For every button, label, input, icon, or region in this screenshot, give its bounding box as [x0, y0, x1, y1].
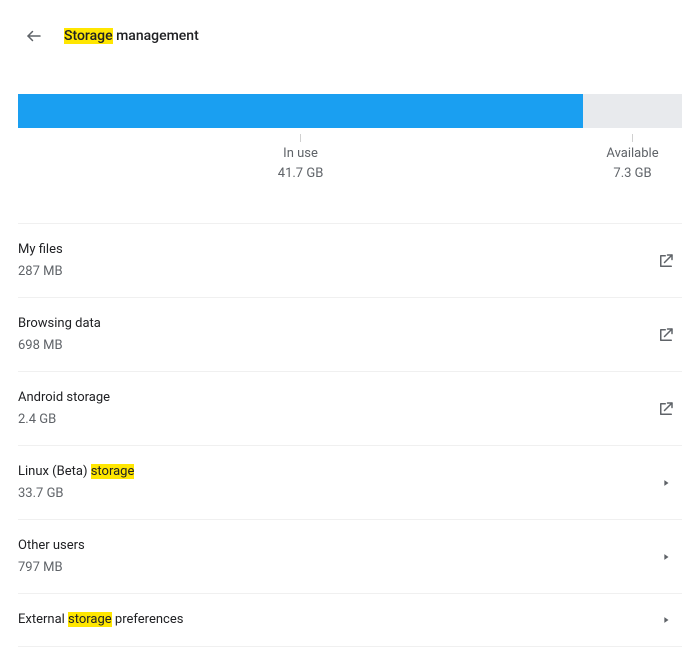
row-sub: 698 MB — [18, 336, 101, 356]
row-title-pre: Android storage — [18, 390, 110, 405]
row-title-pre: My files — [18, 242, 63, 257]
chevron-right-icon — [656, 610, 676, 630]
page-title: Storage management — [64, 28, 199, 44]
storage-summary: In use 41.7 GB Available 7.3 GB — [18, 70, 682, 223]
row-title: Other users — [18, 536, 85, 556]
storage-row[interactable]: External storage preferences — [18, 594, 682, 647]
storage-bar — [18, 94, 682, 128]
row-title: Linux (Beta) storage — [18, 462, 134, 482]
chevron-right-icon — [656, 547, 676, 567]
row-left: Linux (Beta) storage33.7 GB — [18, 462, 134, 503]
legend-in-use: In use 41.7 GB — [18, 134, 583, 183]
row-left: My files 287 MB — [18, 240, 63, 281]
legend-tick — [300, 134, 301, 142]
row-sub: 2.4 GB — [18, 410, 110, 430]
arrow-left-icon — [25, 27, 43, 45]
row-left: Other users 797 MB — [18, 536, 85, 577]
external-link-icon — [656, 325, 676, 345]
external-link-icon — [656, 251, 676, 271]
chevron-right-icon — [656, 473, 676, 493]
row-title-highlight: storage — [91, 464, 135, 479]
row-sub: 33.7 GB — [18, 484, 134, 504]
title-highlight: Storage — [64, 28, 113, 44]
external-link-icon — [656, 399, 676, 419]
row-title-pre: External — [18, 612, 68, 627]
row-title: Android storage — [18, 388, 110, 408]
row-title-pre: Other users — [18, 538, 85, 553]
row-left: External storage preferences — [18, 610, 183, 630]
row-sub: 797 MB — [18, 558, 85, 578]
row-title: External storage preferences — [18, 610, 183, 630]
row-left: Browsing data 698 MB — [18, 314, 101, 355]
storage-row[interactable]: My files 287 MB — [18, 224, 682, 298]
storage-list: My files 287 MB Browsing data 698 MB Android… — [18, 223, 682, 647]
row-title: Browsing data — [18, 314, 101, 334]
in-use-value: 41.7 GB — [278, 164, 324, 184]
storage-bar-used — [18, 94, 583, 128]
back-button[interactable] — [18, 20, 50, 52]
storage-row[interactable]: Other users 797 MB — [18, 520, 682, 594]
row-title: My files — [18, 240, 63, 260]
storage-legend: In use 41.7 GB Available 7.3 GB — [18, 134, 682, 183]
row-sub: 287 MB — [18, 262, 63, 282]
row-title-highlight: storage — [68, 612, 112, 627]
storage-row[interactable]: Browsing data 698 MB — [18, 298, 682, 372]
in-use-label: In use — [283, 144, 318, 164]
row-title-pre: Browsing data — [18, 316, 101, 331]
row-title-pre: Linux (Beta) — [18, 464, 91, 479]
available-value: 7.3 GB — [613, 164, 651, 184]
legend-available: Available 7.3 GB — [583, 134, 682, 183]
row-title-post: preferences — [112, 612, 184, 627]
storage-row[interactable]: Linux (Beta) storage33.7 GB — [18, 446, 682, 520]
available-label: Available — [606, 144, 658, 164]
legend-tick — [632, 134, 633, 142]
row-left: Android storage 2.4 GB — [18, 388, 110, 429]
title-post: management — [113, 28, 199, 44]
storage-row[interactable]: Android storage 2.4 GB — [18, 372, 682, 446]
